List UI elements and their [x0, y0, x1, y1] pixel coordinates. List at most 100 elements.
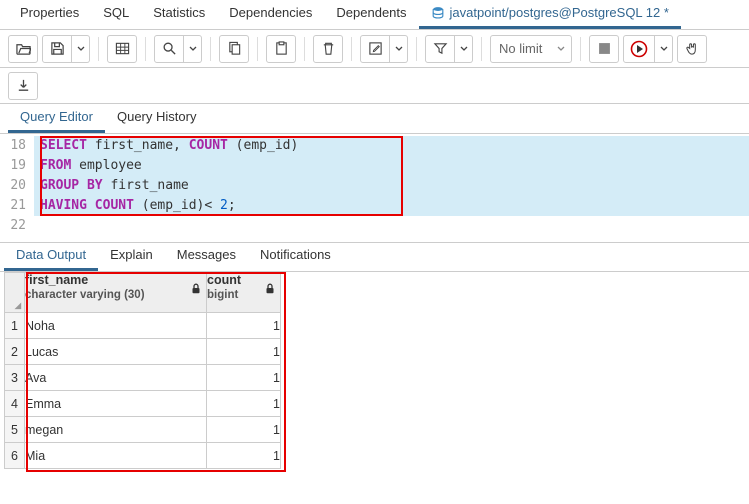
- hand-icon: [685, 41, 700, 56]
- cell-count[interactable]: 1: [207, 443, 281, 469]
- cell-first-name[interactable]: Emma: [25, 391, 207, 417]
- row-number[interactable]: 2: [5, 339, 25, 365]
- edit-menu-button[interactable]: [390, 35, 408, 63]
- cell-count[interactable]: 1: [207, 339, 281, 365]
- tab-messages[interactable]: Messages: [165, 241, 248, 271]
- cell-first-name[interactable]: Noha: [25, 313, 207, 339]
- execute-button[interactable]: [623, 35, 655, 63]
- code-text: (emp_id)<: [134, 198, 220, 213]
- filter-button[interactable]: [425, 35, 455, 63]
- code-kw: SELECT: [40, 138, 87, 153]
- table-row[interactable]: 4Emma1: [5, 391, 281, 417]
- find-button[interactable]: [154, 35, 184, 63]
- separator: [257, 37, 258, 61]
- tab-dependencies[interactable]: Dependencies: [217, 0, 324, 29]
- separator: [210, 37, 211, 61]
- column-header-count[interactable]: count bigint: [207, 273, 281, 313]
- line-number: 21: [0, 196, 34, 216]
- separator: [351, 37, 352, 61]
- chevron-down-icon: [189, 45, 197, 53]
- explain-button[interactable]: [677, 35, 707, 63]
- chevron-down-icon: [395, 45, 403, 53]
- tab-sql[interactable]: SQL: [91, 0, 141, 29]
- database-icon: [431, 6, 445, 20]
- table-row[interactable]: 6Mia1: [5, 443, 281, 469]
- table-row[interactable]: 5megan1: [5, 417, 281, 443]
- stop-icon: [598, 42, 611, 55]
- tab-properties[interactable]: Properties: [8, 0, 91, 29]
- cell-count[interactable]: 1: [207, 417, 281, 443]
- result-grid-container: first_name character varying (30) count …: [0, 272, 749, 473]
- save-button[interactable]: [42, 35, 72, 63]
- code-text: employee: [71, 158, 141, 173]
- row-number[interactable]: 4: [5, 391, 25, 417]
- cell-count[interactable]: 1: [207, 313, 281, 339]
- edit-button[interactable]: [360, 35, 390, 63]
- code-fn: COUNT: [189, 138, 228, 153]
- find-menu-button[interactable]: [184, 35, 202, 63]
- stop-button[interactable]: [589, 35, 619, 63]
- tab-query-tool-label: javatpoint/postgres@PostgreSQL 12 *: [450, 5, 669, 20]
- separator: [304, 37, 305, 61]
- column-type: bigint: [207, 289, 238, 301]
- open-file-button[interactable]: [8, 35, 38, 63]
- tab-explain[interactable]: Explain: [98, 241, 165, 271]
- code-text: (emp_id): [228, 138, 298, 153]
- chevron-down-icon: [460, 45, 468, 53]
- delete-button[interactable]: [313, 35, 343, 63]
- editor-tabs: Query Editor Query History: [0, 104, 749, 134]
- tab-dependents[interactable]: Dependents: [324, 0, 418, 29]
- column-header-first-name[interactable]: first_name character varying (30): [25, 273, 207, 313]
- cell-count[interactable]: 1: [207, 391, 281, 417]
- row-number[interactable]: 5: [5, 417, 25, 443]
- tab-query-history[interactable]: Query History: [105, 103, 208, 133]
- code-num: 2: [220, 198, 228, 213]
- output-tabs: Data Output Explain Messages Notificatio…: [0, 242, 749, 272]
- sql-editor[interactable]: 18SELECT first_name, COUNT (emp_id) 19FR…: [0, 134, 749, 242]
- cell-first-name[interactable]: Ava: [25, 365, 207, 391]
- table-row[interactable]: 3Ava1: [5, 365, 281, 391]
- copy-button[interactable]: [219, 35, 249, 63]
- copy-icon: [227, 41, 242, 56]
- row-number[interactable]: 6: [5, 443, 25, 469]
- lock-icon: [265, 283, 275, 294]
- result-grid[interactable]: first_name character varying (30) count …: [4, 272, 281, 469]
- paste-button[interactable]: [266, 35, 296, 63]
- code-text: first_name: [103, 178, 189, 193]
- paste-icon: [274, 41, 289, 56]
- tab-query-tool[interactable]: javatpoint/postgres@PostgreSQL 12 *: [419, 0, 681, 29]
- code-text: ;: [228, 198, 236, 213]
- play-icon: [630, 40, 648, 58]
- cell-first-name[interactable]: megan: [25, 417, 207, 443]
- tab-query-editor[interactable]: Query Editor: [8, 103, 105, 133]
- table-row[interactable]: 2Lucas1: [5, 339, 281, 365]
- separator: [580, 37, 581, 61]
- line-number: 18: [0, 136, 34, 156]
- edit-grid-button[interactable]: [107, 35, 137, 63]
- tab-data-output[interactable]: Data Output: [4, 241, 98, 271]
- main-toolbar: No limit: [0, 30, 749, 68]
- code-kw: GROUP BY: [40, 178, 103, 193]
- tab-notifications[interactable]: Notifications: [248, 241, 343, 271]
- chevron-down-icon: [557, 45, 565, 53]
- separator: [416, 37, 417, 61]
- download-button[interactable]: [8, 72, 38, 100]
- pencil-square-icon: [368, 41, 383, 56]
- line-number: 19: [0, 156, 34, 176]
- tab-statistics[interactable]: Statistics: [141, 0, 217, 29]
- execute-menu-button[interactable]: [655, 35, 673, 63]
- save-menu-button[interactable]: [72, 35, 90, 63]
- row-number[interactable]: 3: [5, 365, 25, 391]
- download-icon: [16, 78, 31, 93]
- cell-first-name[interactable]: Lucas: [25, 339, 207, 365]
- limit-dropdown[interactable]: No limit: [490, 35, 572, 63]
- cell-first-name[interactable]: Mia: [25, 443, 207, 469]
- corner-cell[interactable]: [5, 273, 25, 313]
- cell-count[interactable]: 1: [207, 365, 281, 391]
- line-number: 20: [0, 176, 34, 196]
- search-icon: [162, 41, 177, 56]
- row-number[interactable]: 1: [5, 313, 25, 339]
- filter-menu-button[interactable]: [455, 35, 473, 63]
- filter-icon: [433, 41, 448, 56]
- table-row[interactable]: 1Noha1: [5, 313, 281, 339]
